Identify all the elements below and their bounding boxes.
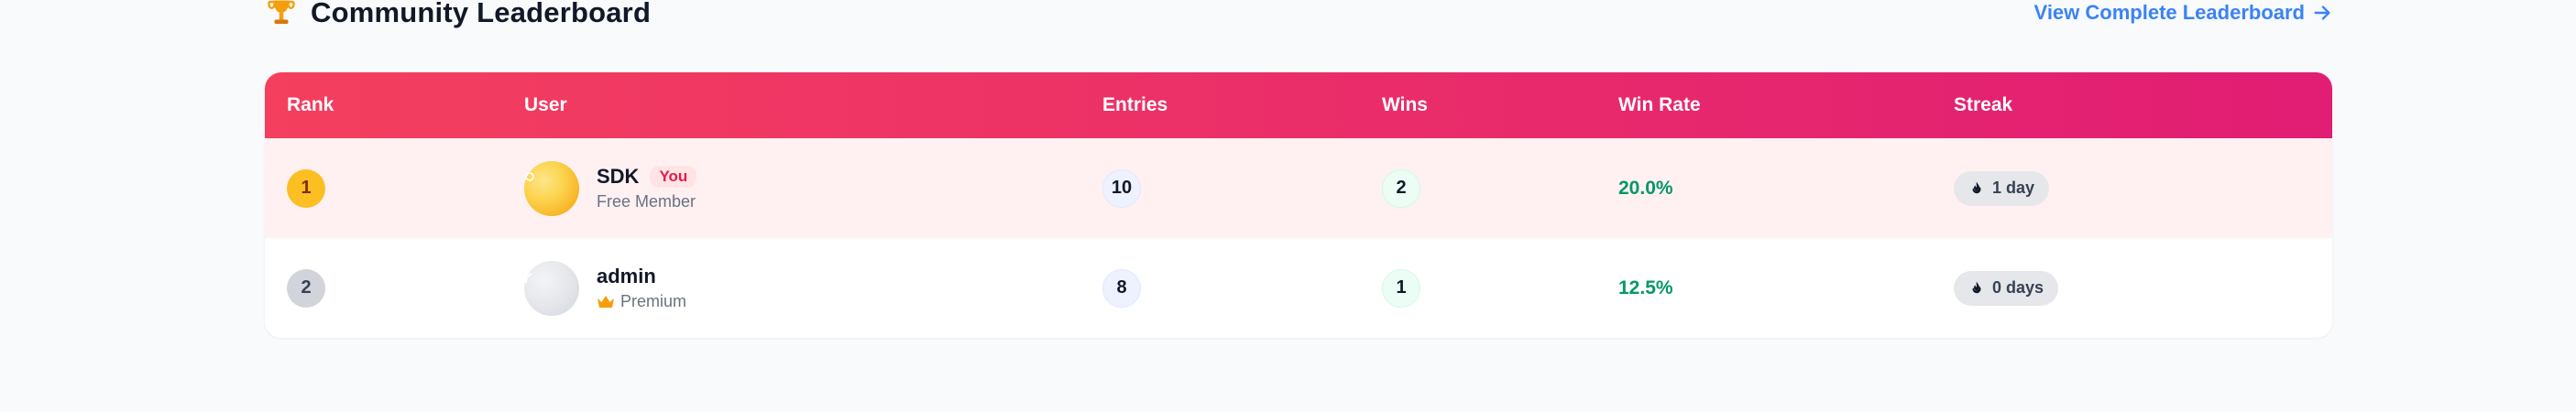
rank-cell: 1 (287, 168, 325, 208)
table-header: Rank User Entries Wins Win Rate Streak (265, 72, 2332, 138)
user-info: SDK You Free Member (597, 165, 697, 211)
column-header-streak: Streak (1954, 94, 2013, 115)
leaderboard-table: Rank User Entries Wins Win Rate Streak 1 (265, 72, 2332, 338)
avatar[interactable] (524, 260, 579, 316)
view-complete-leaderboard-label: View Complete Leaderboard (2033, 1, 2305, 24)
arrow-right-icon (2312, 3, 2332, 23)
leaderboard-header: Community Leaderboard View Complete Lead… (265, 0, 2332, 53)
column-header-win-rate: Win Rate (1618, 94, 1701, 115)
leaderboard-section: Community Leaderboard View Complete Lead… (265, 0, 2332, 338)
table-row[interactable]: 2 admin Premium 8 1 12.5% 0 days (265, 238, 2332, 338)
streak-cell: 0 days (1954, 270, 2059, 306)
crown-icon (597, 295, 615, 309)
view-complete-leaderboard-link[interactable]: View Complete Leaderboard (2034, 1, 2332, 25)
rank-badge: 1 (287, 168, 325, 208)
user-info: admin Premium (597, 265, 686, 311)
rank-badge: 2 (287, 268, 325, 308)
entries-cell: 10 (1102, 168, 1141, 208)
membership-line: Free Member (597, 192, 696, 211)
streak-pill: 0 days (1954, 270, 2059, 306)
membership-label: Free Member (597, 192, 696, 211)
streak-value: 1 day (1992, 179, 2035, 197)
win-rate-value: 20.0% (1618, 177, 1673, 199)
you-badge: You (650, 166, 697, 188)
wins-count: 2 (1382, 168, 1420, 208)
streak-pill: 1 day (1954, 170, 2050, 206)
streak-value: 0 days (1992, 278, 2044, 297)
flame-icon (1968, 180, 1985, 197)
user-cell: admin Premium (524, 260, 686, 316)
entries-cell: 8 (1102, 268, 1141, 308)
name-line: admin (597, 265, 686, 288)
entries-count: 10 (1102, 168, 1141, 208)
wins-count: 1 (1382, 268, 1420, 308)
entries-count: 8 (1102, 268, 1141, 308)
title-group: Community Leaderboard (265, 0, 651, 29)
column-header-rank: Rank (287, 94, 334, 115)
column-header-wins: Wins (1382, 94, 1428, 115)
column-header-entries: Entries (1102, 94, 1168, 115)
trophy-icon (265, 0, 298, 29)
membership-label: Premium (620, 292, 687, 310)
user-cell: SDK You Free Member (524, 160, 697, 216)
win-rate-cell: 12.5% (1618, 277, 1673, 299)
flame-icon (1968, 280, 1985, 297)
rank-cell: 2 (287, 268, 325, 308)
wins-cell: 2 (1382, 168, 1420, 208)
streak-cell: 1 day (1954, 170, 2050, 206)
page-title: Community Leaderboard (311, 0, 652, 28)
username[interactable]: admin (597, 265, 656, 288)
table-row[interactable]: 1 SDK You Free Member 10 2 20.0% 1 day (265, 138, 2332, 238)
win-rate-value: 12.5% (1618, 276, 1673, 298)
column-header-user: User (524, 94, 567, 115)
name-line: SDK You (597, 165, 697, 189)
username[interactable]: SDK (597, 165, 639, 189)
wins-cell: 1 (1382, 268, 1420, 308)
membership-line: Premium (597, 292, 686, 311)
win-rate-cell: 20.0% (1618, 178, 1673, 200)
avatar[interactable] (524, 160, 579, 216)
